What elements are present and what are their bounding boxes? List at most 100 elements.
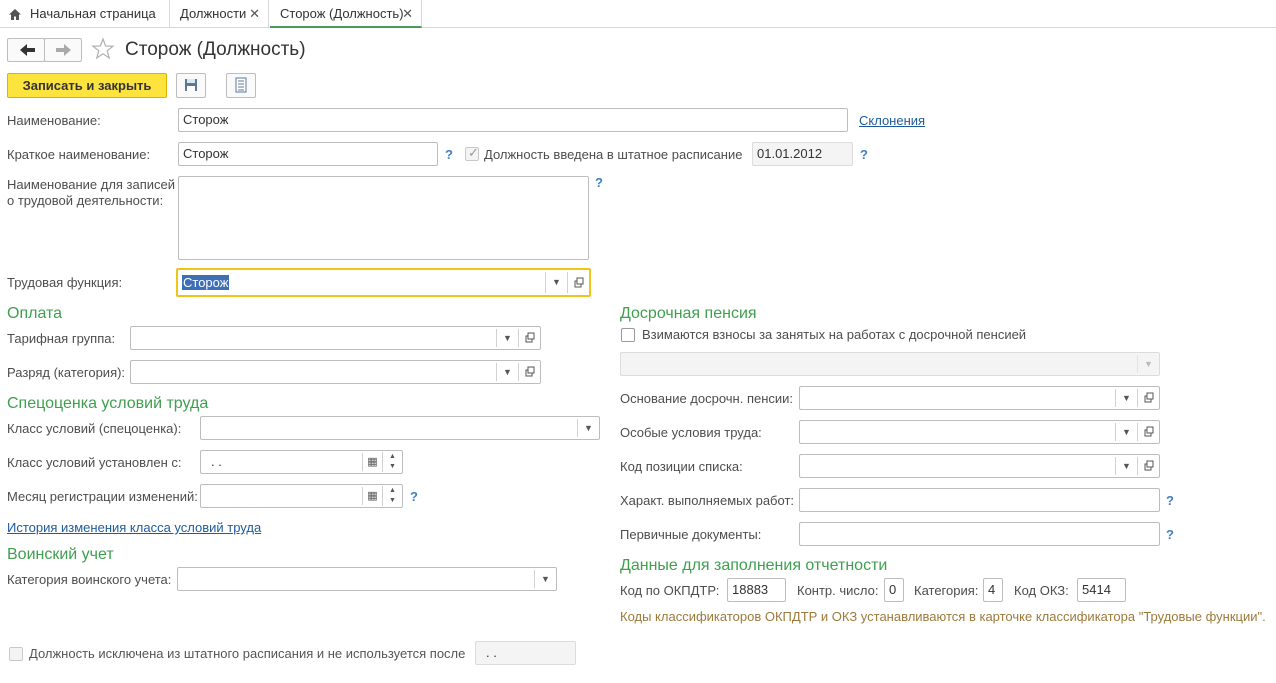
tab-home[interactable]: Начальная страница: [0, 0, 170, 28]
help-icon[interactable]: ?: [445, 147, 453, 163]
help-icon[interactable]: ?: [1166, 493, 1174, 509]
chevron-down-icon[interactable]: ▼: [496, 329, 518, 347]
chevron-down-icon[interactable]: ▼: [1115, 389, 1137, 407]
okz-field[interactable]: 5414: [1077, 578, 1126, 602]
conditions-class-label: Класс условий (спецоценка):: [7, 421, 182, 436]
staffing-date-field: 01.01.2012: [752, 142, 853, 166]
tariff-group-label: Тарифная группа:: [7, 331, 116, 346]
page-title: Сторож (Должность): [125, 39, 306, 60]
month-changes-date[interactable]: ▦ ▲ ▼: [200, 484, 403, 508]
open-icon[interactable]: [1137, 389, 1159, 407]
category-field[interactable]: 4: [983, 578, 1003, 602]
labor-function-value: Сторож: [182, 275, 230, 290]
chevron-down-icon[interactable]: ▼: [545, 272, 567, 293]
work-records-label: о трудовой деятельности:: [7, 193, 164, 208]
short-name-label: Краткое наименование:: [7, 147, 151, 162]
declensions-link[interactable]: Склонения: [859, 113, 925, 129]
tab-watchman-position[interactable]: Сторож (Должность) ✕: [270, 0, 422, 28]
special-assessment-section-title: Спецоценка условий труда: [7, 395, 209, 412]
contributions-label: Взимаются взносы за занятых на работах с…: [642, 327, 1027, 342]
military-category-select[interactable]: ▼: [177, 567, 557, 591]
floppy-disk-icon: [185, 79, 197, 91]
list-position-label: Код позиции списка:: [620, 459, 743, 474]
class-set-from-label: Класс условий установлен с:: [7, 455, 182, 470]
work-character-field[interactable]: [799, 488, 1160, 512]
tab-label: Сторож (Должность): [280, 6, 404, 21]
short-name-field[interactable]: Сторож: [178, 142, 438, 166]
help-icon[interactable]: ?: [595, 175, 603, 191]
close-icon[interactable]: ✕: [402, 0, 413, 28]
excluded-label: Должность исключена из штатного расписан…: [29, 646, 466, 661]
contributions-checkbox[interactable]: [621, 328, 635, 342]
excluded-checkbox[interactable]: [9, 647, 23, 661]
grade-select[interactable]: ▼: [130, 360, 541, 384]
class-set-from-date[interactable]: . . ▦ ▲ ▼: [200, 450, 403, 474]
reporting-section-title: Данные для заполнения отчетности: [620, 557, 888, 574]
chevron-down-icon[interactable]: ▼: [496, 363, 518, 381]
staffing-checkbox-label: Должность введена в штатное расписание: [484, 147, 743, 162]
back-button[interactable]: [7, 38, 45, 62]
work-character-label: Характ. выполняемых работ:: [620, 493, 795, 508]
conditions-class-select[interactable]: ▼: [200, 416, 600, 440]
favorite-star-icon[interactable]: [91, 37, 115, 61]
calendar-icon[interactable]: ▦: [362, 453, 382, 471]
labor-function-select[interactable]: Сторож ▼: [176, 268, 591, 297]
date-value: . .: [486, 645, 497, 660]
pension-basis-select[interactable]: ▼: [799, 386, 1160, 410]
pension-basis-label: Основание досрочн. пенсии:: [620, 391, 794, 406]
open-icon[interactable]: [567, 272, 589, 293]
close-icon[interactable]: ✕: [249, 0, 260, 28]
chevron-down-icon: ▼: [1137, 355, 1159, 373]
calendar-icon[interactable]: ▦: [362, 487, 382, 505]
save-button[interactable]: [176, 73, 206, 98]
forward-button[interactable]: [44, 38, 82, 62]
military-category-label: Категория воинского учета:: [7, 572, 172, 587]
arrow-left-icon: [20, 44, 35, 56]
excluded-date-field: . .: [475, 641, 576, 665]
chevron-down-icon[interactable]: ▼: [1115, 423, 1137, 441]
classifier-note: Коды классификаторов ОКПДТР и ОКЗ устана…: [620, 609, 1266, 624]
spin-buttons[interactable]: ▲ ▼: [382, 486, 402, 506]
special-conditions-label: Особые условия труда:: [620, 425, 762, 440]
work-records-textarea[interactable]: [178, 176, 589, 260]
tab-positions[interactable]: Должности ✕: [170, 0, 269, 28]
chevron-down-icon[interactable]: ▼: [1115, 457, 1137, 475]
open-icon[interactable]: [518, 363, 540, 381]
early-pension-section-title: Досрочная пенсия: [620, 305, 757, 322]
primary-docs-field[interactable]: [799, 522, 1160, 546]
primary-docs-label: Первичные документы:: [620, 527, 762, 542]
open-icon[interactable]: [1137, 457, 1159, 475]
home-icon: [8, 8, 22, 21]
okpdtr-label: Код по ОКПДТР:: [620, 583, 720, 598]
date-value: . .: [211, 454, 222, 469]
chevron-down-icon[interactable]: ▼: [534, 570, 556, 588]
tab-label: Должности: [180, 6, 247, 21]
open-icon[interactable]: [1137, 423, 1159, 441]
check-number-field[interactable]: 0: [884, 578, 904, 602]
save-and-close-button[interactable]: Записать и закрыть: [7, 73, 167, 98]
arrow-right-icon: [56, 44, 71, 56]
open-icon[interactable]: [518, 329, 540, 347]
list-position-select[interactable]: ▼: [799, 454, 1160, 478]
special-conditions-select[interactable]: ▼: [799, 420, 1160, 444]
okpdtr-field[interactable]: 18883: [727, 578, 786, 602]
name-field[interactable]: Сторож: [178, 108, 848, 132]
name-label: Наименование:: [7, 113, 101, 128]
help-icon[interactable]: ?: [1166, 527, 1174, 543]
help-icon[interactable]: ?: [860, 147, 868, 163]
document-list-icon: [235, 77, 247, 93]
spin-buttons[interactable]: ▲ ▼: [382, 452, 402, 472]
conditions-history-link[interactable]: История изменения класса условий труда: [7, 520, 261, 536]
month-changes-label: Месяц регистрации изменений:: [7, 489, 198, 504]
tariff-group-select[interactable]: ▼: [130, 326, 541, 350]
contributions-select: ▼: [620, 352, 1160, 376]
list-button[interactable]: [226, 73, 256, 98]
payment-section-title: Оплата: [7, 305, 63, 322]
help-icon[interactable]: ?: [410, 489, 418, 505]
staffing-checkbox[interactable]: ✓: [465, 145, 479, 161]
chevron-down-icon[interactable]: ▼: [577, 419, 599, 437]
work-records-label: Наименование для записей: [7, 177, 176, 192]
military-section-title: Воинский учет: [7, 546, 114, 563]
grade-label: Разряд (категория):: [7, 365, 126, 380]
check-number-label: Контр. число:: [797, 583, 879, 598]
